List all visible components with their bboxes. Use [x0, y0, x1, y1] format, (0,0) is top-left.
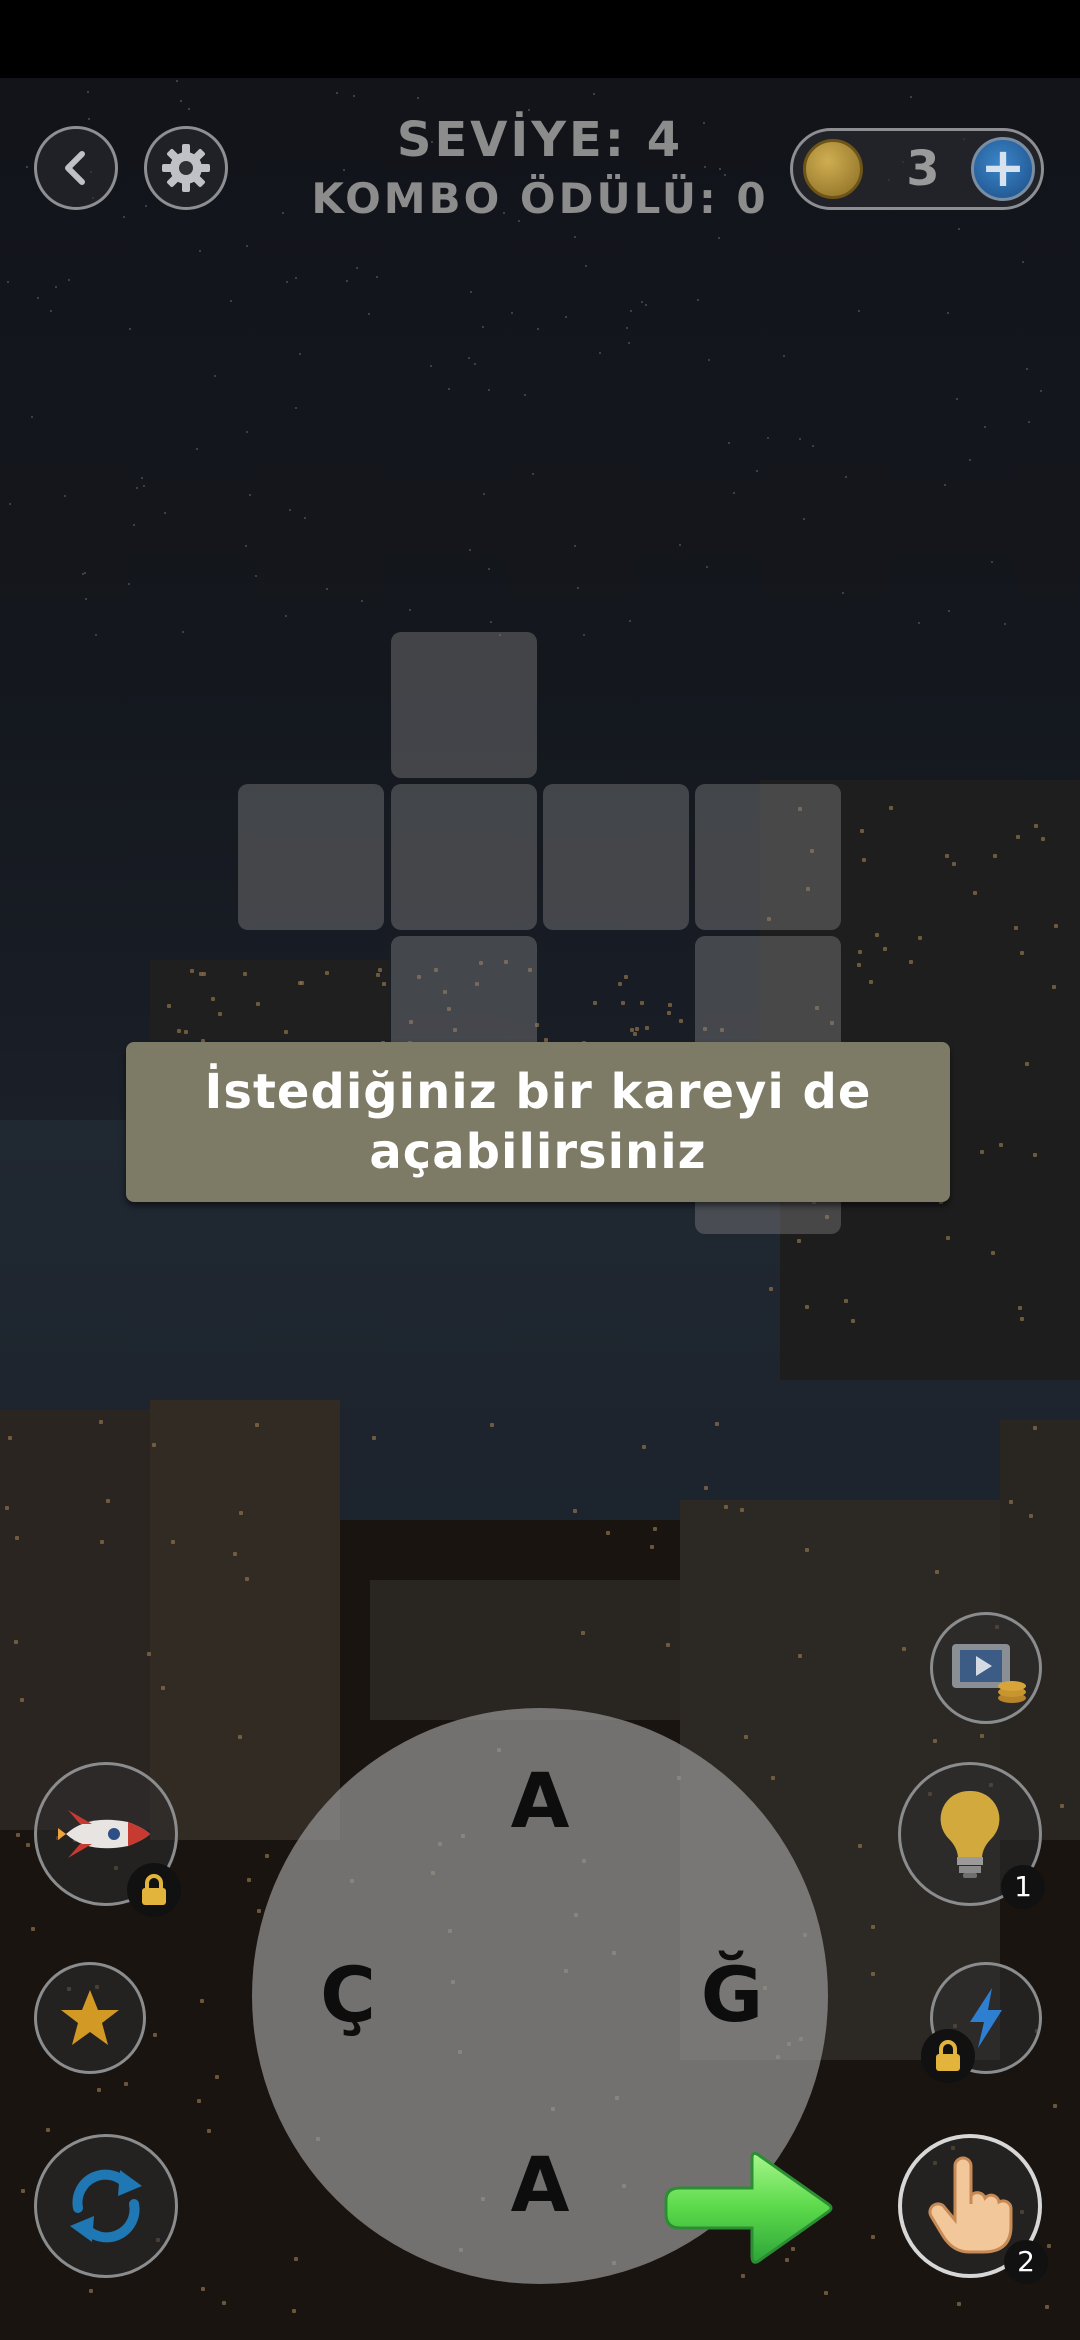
shuffle-button[interactable]	[34, 2134, 178, 2278]
refresh-icon	[70, 2169, 142, 2243]
star-icon	[61, 1990, 119, 2045]
lock-icon	[936, 2040, 960, 2071]
coin-icon	[803, 139, 863, 199]
hint-tooltip: İstediğiniz bir kareyi de açabilirsiniz	[126, 1042, 950, 1202]
status-bar	[0, 0, 1080, 78]
green-arrow-icon	[664, 2151, 833, 2264]
chevron-left-icon	[65, 151, 85, 185]
wheel-letter[interactable]: A	[490, 2140, 590, 2230]
wheel-letter[interactable]: Ç	[298, 1950, 398, 2040]
rocket-icon	[58, 1810, 150, 1858]
back-button[interactable]	[34, 126, 118, 210]
hand-pointer-icon	[928, 2156, 1013, 2254]
tooltip-line-2: açabilirsiniz	[369, 1124, 707, 1180]
lock-badge	[921, 2029, 975, 2083]
hint-button[interactable]: 1	[898, 1762, 1045, 1909]
open-cell-button[interactable]: 2	[898, 2134, 1048, 2284]
coin-balance: 3 +	[790, 128, 1044, 210]
wheel-letter[interactable]: A	[490, 1756, 590, 1846]
star-powerup-button[interactable]	[34, 1962, 146, 2074]
grid-cell[interactable]	[238, 784, 384, 930]
lock-icon	[142, 1874, 166, 1905]
add-coins-button[interactable]: +	[971, 137, 1035, 201]
level-label: SEVİYE: 4	[396, 112, 684, 168]
video-coins-icon	[952, 1644, 1026, 1703]
wheel-letter[interactable]: Ğ	[682, 1950, 782, 2040]
grid-cell[interactable]	[391, 784, 537, 930]
grid-cell[interactable]	[391, 632, 537, 778]
lightning-powerup-button[interactable]	[921, 1962, 1042, 2083]
game-scene: SEVİYE: 4 KOMBO ÖDÜLÜ: 0 3 + İstediğiniz…	[0, 0, 1080, 2340]
tooltip-line-1: İstediğiniz bir kareyi de	[204, 1064, 872, 1120]
lock-badge	[127, 1863, 181, 1917]
hint-count-badge: 1	[1001, 1865, 1045, 1909]
lightbulb-icon	[940, 1790, 1000, 1878]
gear-icon	[162, 144, 210, 192]
watch-video-button[interactable]	[930, 1612, 1042, 1724]
settings-button[interactable]	[144, 126, 228, 210]
grid-cell[interactable]	[543, 784, 689, 930]
grid-cell[interactable]	[695, 784, 841, 930]
rocket-powerup-button[interactable]	[34, 1762, 181, 1917]
coin-count: 3	[906, 141, 940, 197]
open-cell-count-badge: 2	[1004, 2240, 1048, 2284]
tooltip-text: İstediğiniz bir kareyi de açabilirsiniz	[205, 1062, 872, 1182]
combo-reward-label: KOMBO ÖDÜLÜ: 0	[311, 174, 769, 223]
plus-icon: +	[980, 136, 1026, 199]
